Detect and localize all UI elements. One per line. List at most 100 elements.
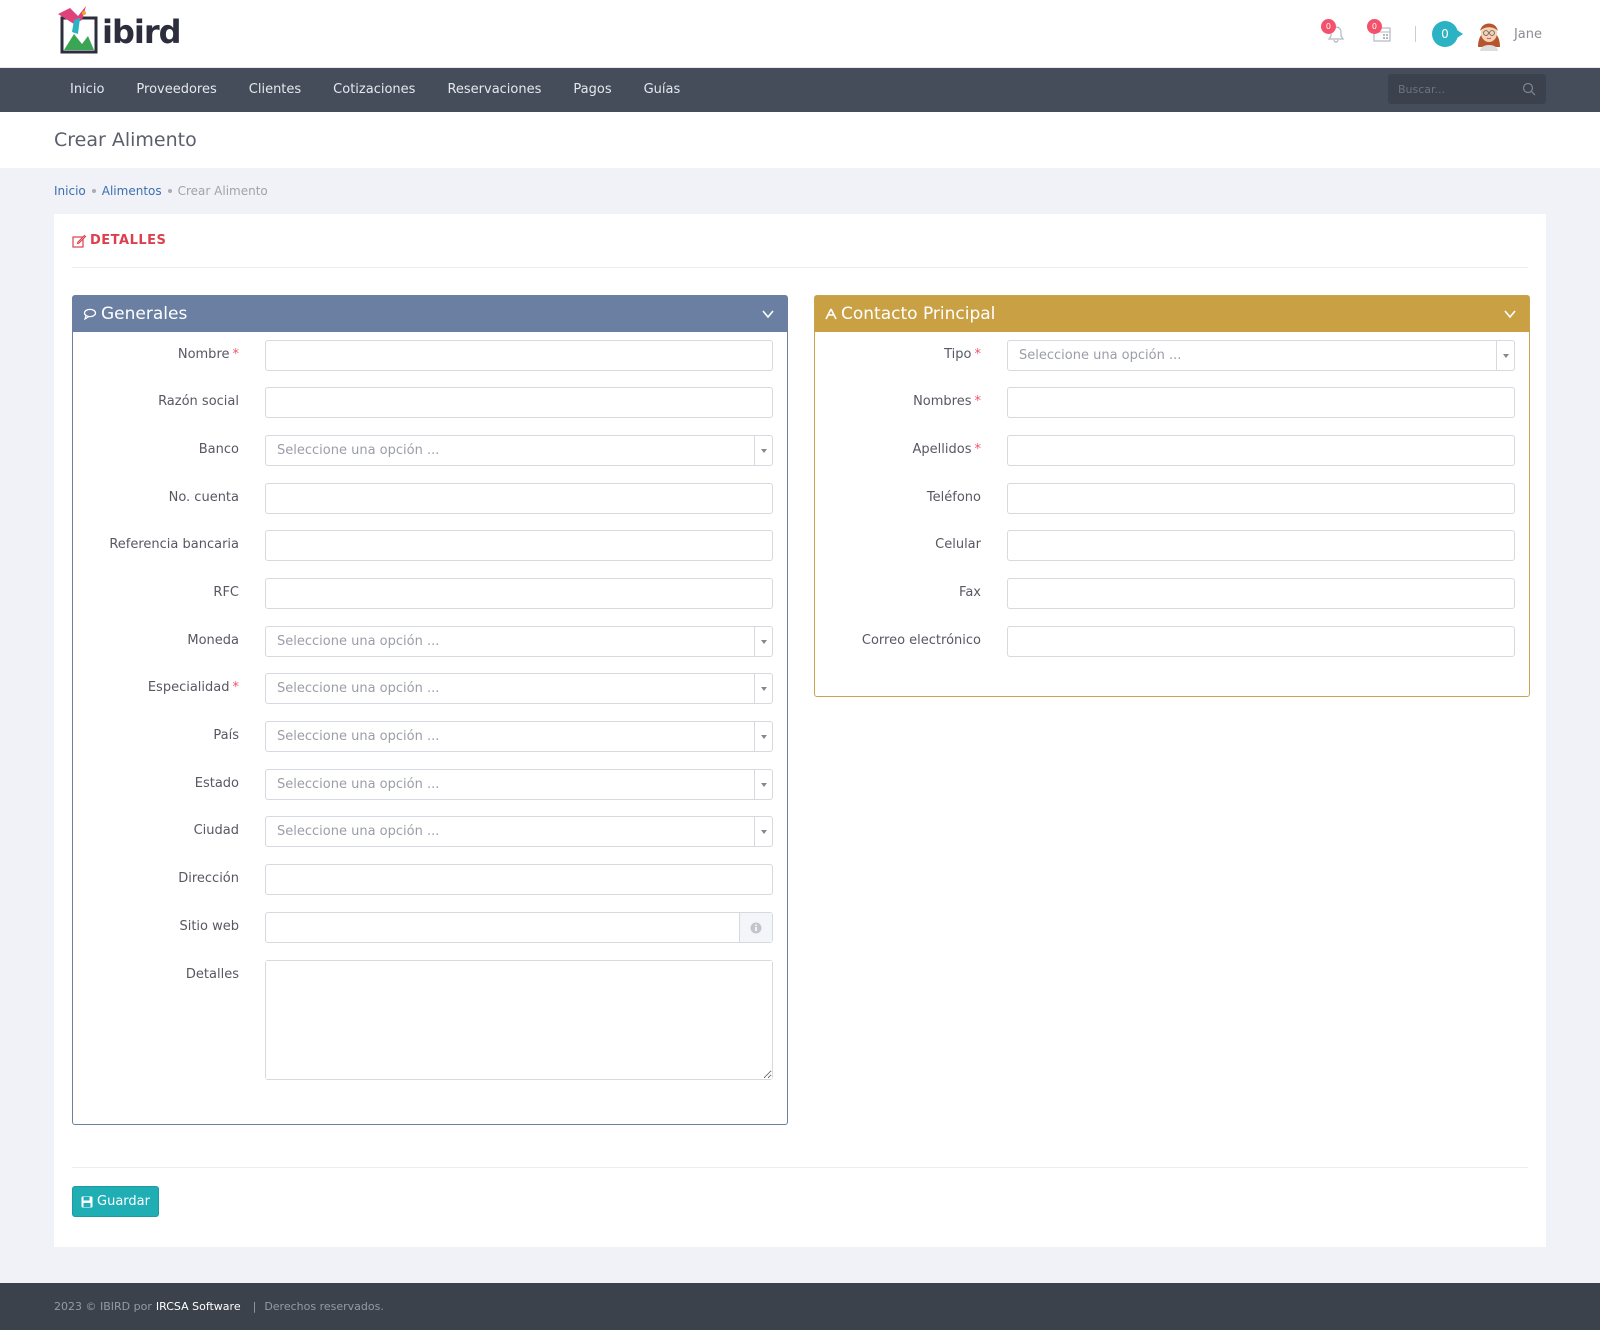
nombre-input[interactable] <box>266 341 772 370</box>
nav-item-clientes[interactable]: Clientes <box>233 68 317 112</box>
apellidos-input[interactable] <box>1008 436 1514 465</box>
nav-item-cotizaciones[interactable]: Cotizaciones <box>317 68 431 112</box>
no-cuenta-input[interactable] <box>266 484 772 513</box>
dropdown-arrow-icon[interactable] <box>754 674 772 703</box>
form-row-fax: Fax <box>815 577 1529 609</box>
field-label: Nombres * <box>913 394 981 409</box>
top-header: ibird 0 0 0 Jane <box>0 0 1600 68</box>
contacto-panel-header[interactable]: Contacto Principal <box>815 296 1529 332</box>
contacto-panel: Contacto Principal Tipo * Seleccione una … <box>814 295 1530 697</box>
direccion-input[interactable] <box>266 865 772 894</box>
footer-rights: Derechos reservados. <box>264 1300 384 1313</box>
search-icon[interactable] <box>1522 82 1536 96</box>
form-row-referencia-bancaria: Referencia bancaria <box>73 529 787 561</box>
dropdown-arrow-icon[interactable] <box>754 722 772 751</box>
detalles-field <box>265 960 773 1080</box>
correo-input[interactable] <box>1008 627 1514 656</box>
sitio-web-input[interactable] <box>266 913 738 942</box>
form-row-celular: Celular <box>815 529 1529 561</box>
form-row-pais: País Seleccione una opción ... <box>73 720 787 752</box>
generales-panel-title: Generales <box>101 304 188 324</box>
nombres-input[interactable] <box>1008 388 1514 417</box>
tipo-select[interactable]: Seleccione una opción ... <box>1007 340 1515 371</box>
chevron-down-icon[interactable] <box>1503 307 1517 321</box>
dropdown-arrow-icon[interactable] <box>754 436 772 465</box>
main-nav: Inicio Proveedores Clientes Cotizaciones… <box>0 68 1600 112</box>
generales-panel-header[interactable]: Generales <box>73 296 787 332</box>
banco-select[interactable]: Seleccione una opción ... <box>265 435 773 466</box>
field-label: Referencia bancaria <box>109 537 239 552</box>
field-label: País <box>213 728 239 743</box>
select-value: Seleccione una opción ... <box>277 634 440 649</box>
search-input[interactable] <box>1398 82 1518 96</box>
user-avatar[interactable] <box>1474 17 1504 51</box>
search-box <box>1388 74 1546 104</box>
rfc-field <box>265 578 773 609</box>
nav-item-pagos[interactable]: Pagos <box>557 68 627 112</box>
portlet-title: DETALLES <box>90 233 167 248</box>
save-button[interactable]: Guardar <box>72 1186 159 1217</box>
form-row-no-cuenta: No. cuenta <box>73 482 787 514</box>
calendar-badge: 0 <box>1366 19 1382 34</box>
telefono-input[interactable] <box>1008 484 1514 513</box>
info-icon[interactable] <box>750 922 762 934</box>
fax-input[interactable] <box>1008 579 1514 608</box>
dropdown-arrow-icon[interactable] <box>1496 341 1514 370</box>
edit-icon <box>72 234 86 248</box>
nav-item-reservaciones[interactable]: Reservaciones <box>431 68 557 112</box>
detalles-textarea[interactable] <box>266 961 772 1079</box>
notifications-button[interactable]: 0 <box>1320 19 1351 49</box>
calendar-button[interactable]: 0 <box>1366 19 1397 49</box>
field-label: Fax <box>959 585 981 600</box>
field-label: Nombre * <box>177 347 239 362</box>
chat-count-badge[interactable]: 0 <box>1431 21 1463 47</box>
nombres-field <box>1007 387 1515 418</box>
page-header: Crear Alimento <box>0 112 1600 168</box>
form-row-tipo: Tipo * Seleccione una opción ... <box>815 339 1529 371</box>
nav-item-proveedores[interactable]: Proveedores <box>120 68 232 112</box>
especialidad-select[interactable]: Seleccione una opción ... <box>265 673 773 704</box>
pais-select[interactable]: Seleccione una opción ... <box>265 721 773 752</box>
referencia-bancaria-field <box>265 530 773 561</box>
contacto-panel-title: Contacto Principal <box>841 304 996 324</box>
correo-field <box>1007 626 1515 657</box>
form-row-banco: Banco Seleccione una opción ... <box>73 434 787 466</box>
floppy-icon <box>81 1196 93 1207</box>
telefono-field <box>1007 483 1515 514</box>
dropdown-arrow-icon[interactable] <box>754 817 772 846</box>
razon-social-input[interactable] <box>266 388 772 417</box>
field-label: Dirección <box>178 871 239 886</box>
field-label: Ciudad <box>193 823 239 838</box>
form-row-correo: Correo electrónico <box>815 625 1529 657</box>
nav-item-inicio[interactable]: Inicio <box>54 68 120 112</box>
celular-input[interactable] <box>1008 531 1514 560</box>
razon-social-field <box>265 387 773 418</box>
footer-brand-link[interactable]: IRCSA Software <box>156 1300 241 1313</box>
user-name[interactable]: Jane <box>1514 27 1542 42</box>
select-value: Seleccione una opción ... <box>277 777 440 792</box>
referencia-bancaria-input[interactable] <box>266 531 772 560</box>
direccion-field <box>265 864 773 895</box>
moneda-select[interactable]: Seleccione una opción ... <box>265 626 773 657</box>
sitio-web-field <box>265 912 773 943</box>
rfc-input[interactable] <box>266 579 772 608</box>
field-label: Razón social <box>158 394 239 409</box>
breadcrumb-inicio[interactable]: Inicio <box>54 184 86 198</box>
chevron-down-icon[interactable] <box>761 307 775 321</box>
nav-item-guias[interactable]: Guías <box>628 68 697 112</box>
hummingbird-logo-icon <box>58 6 98 54</box>
field-label: Celular <box>935 537 981 552</box>
dropdown-arrow-icon[interactable] <box>754 627 772 656</box>
form-row-apellidos: Apellidos * <box>815 434 1529 466</box>
breadcrumb-alimentos[interactable]: Alimentos <box>102 184 162 198</box>
dropdown-arrow-icon[interactable] <box>754 770 772 799</box>
ciudad-select[interactable]: Seleccione una opción ... <box>265 816 773 847</box>
breadcrumb-separator <box>91 189 96 193</box>
field-label: Apellidos * <box>912 442 981 457</box>
app-logo[interactable]: ibird <box>56 4 182 54</box>
select-value: Seleccione una opción ... <box>277 681 440 696</box>
form-row-telefono: Teléfono <box>815 482 1529 514</box>
estado-select[interactable]: Seleccione una opción ... <box>265 769 773 800</box>
field-label: Tipo * <box>944 347 981 362</box>
select-value: Seleccione una opción ... <box>1019 348 1182 363</box>
